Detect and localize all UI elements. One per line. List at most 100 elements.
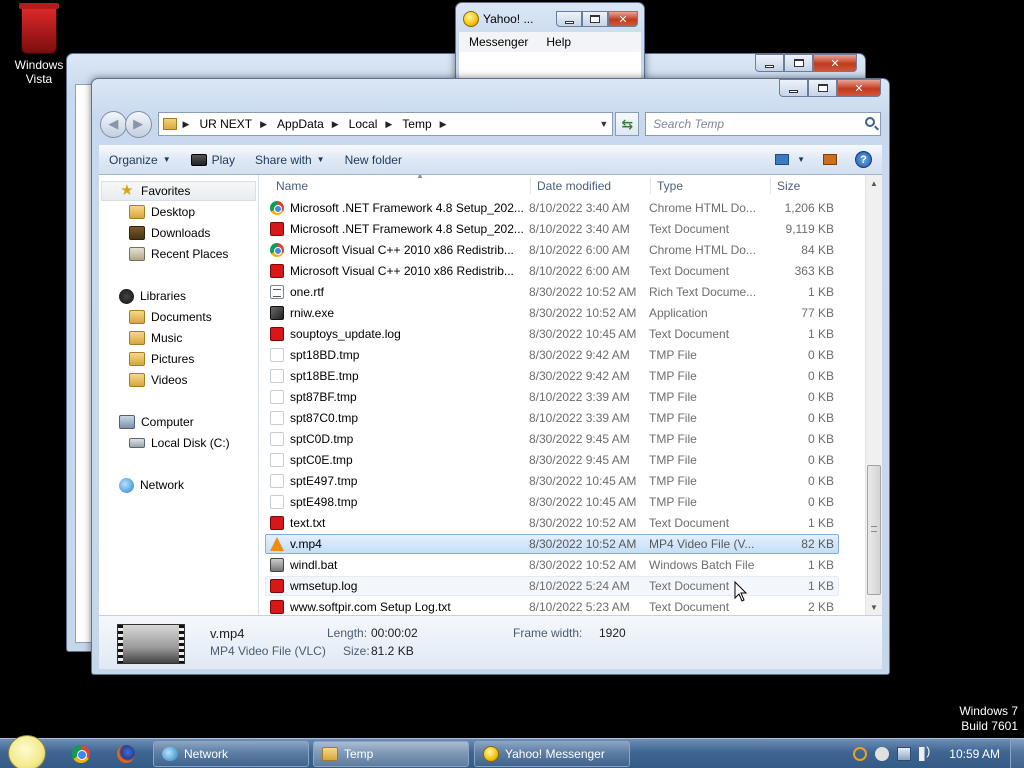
search-input[interactable]: Search Temp <box>645 112 881 136</box>
maximize-button[interactable] <box>784 54 813 72</box>
address-dropdown-icon[interactable]: ▼ <box>599 119 608 129</box>
breadcrumb-root-arrow[interactable]: ▶ <box>183 119 200 130</box>
vertical-scrollbar[interactable]: ▲ ▼ <box>865 175 882 615</box>
network-status-icon[interactable] <box>897 747 912 761</box>
minimize-button[interactable] <box>755 54 784 72</box>
file-row[interactable]: sptE498.tmp 8/30/2022 10:45 AM TMP File 0 K… <box>265 492 839 512</box>
volume-icon[interactable] <box>919 744 934 761</box>
taskbar-task-yahoo[interactable]: Yahoo! Messenger <box>474 741 630 767</box>
close-button[interactable]: ✕ <box>813 54 857 72</box>
minimize-icon <box>765 64 774 68</box>
maximize-button[interactable] <box>808 79 837 97</box>
minimize-button[interactable] <box>779 79 808 97</box>
forward-arrow-icon: ▶ <box>133 116 144 131</box>
address-bar[interactable]: ▶ UR NEXT ▶ AppData ▶ Local ▶ Temp ▶ ▼ <box>157 112 614 136</box>
file-row[interactable]: spt87C0.tmp 8/10/2022 3:39 AM TMP File 0 KB <box>265 408 839 428</box>
file-row[interactable]: Microsoft Visual C++ 2010 x86 Redistrib.… <box>265 261 839 281</box>
scroll-down-icon[interactable]: ▼ <box>866 599 882 615</box>
explorer-window[interactable]: ✕ ◀ ▶ ▶ UR NEXT ▶ AppData ▶ Local ▶ Temp ▶ ▼… <box>91 78 890 675</box>
batch-file-icon <box>270 558 284 572</box>
change-view-button[interactable]: ▼ <box>775 154 805 165</box>
preview-pane-icon[interactable] <box>823 154 837 165</box>
file-row[interactable]: spt18BE.tmp 8/30/2022 9:42 AM TMP File 0 KB <box>265 366 839 386</box>
minimize-button[interactable] <box>556 11 582 27</box>
file-row[interactable]: Microsoft .NET Framework 4.8 Setup_202..… <box>265 219 839 239</box>
nav-pictures[interactable]: Pictures <box>129 349 194 369</box>
recycle-bin-desktop-icon[interactable]: Windows Vista <box>8 3 70 86</box>
file-row[interactable]: www.softpir.com Setup Log.txt 8/10/2022 5… <box>265 597 839 615</box>
yahoo-menu-bar: Messenger Help <box>459 32 641 52</box>
help-icon[interactable]: ? <box>855 151 872 168</box>
file-row[interactable]: souptoys_update.log 8/30/2022 10:45 AM Tex… <box>265 324 839 344</box>
file-row[interactable]: spt18BD.tmp 8/30/2022 9:42 AM TMP File 0 KB <box>265 345 839 365</box>
file-row[interactable]: sptE497.tmp 8/30/2022 10:45 AM TMP File 0 K… <box>265 471 839 491</box>
nav-computer[interactable]: Computer <box>119 412 194 432</box>
file-row[interactable]: windl.bat 8/30/2022 10:52 AM Windows Batch… <box>265 555 839 575</box>
show-desktop-button[interactable] <box>1010 739 1024 768</box>
breadcrumb-ur-next[interactable]: UR NEXT ▶ <box>199 117 277 131</box>
menu-messenger[interactable]: Messenger <box>469 35 528 49</box>
file-row[interactable]: sptC0E.tmp 8/30/2022 9:45 AM TMP File 0 KB <box>265 450 839 470</box>
file-row[interactable]: spt87BF.tmp 8/10/2022 3:39 AM TMP File 0 KB <box>265 387 839 407</box>
column-header-date[interactable]: Date modified <box>537 175 651 197</box>
scrollbar-thumb[interactable] <box>867 465 881 595</box>
column-header-size[interactable]: Size <box>777 175 847 197</box>
file-row[interactable]: one.rtf 8/30/2022 10:52 AM Rich Text Docum… <box>265 282 839 302</box>
maximize-button[interactable] <box>582 11 608 27</box>
file-row[interactable]: sptC0D.tmp 8/30/2022 9:45 AM TMP File 0 KB <box>265 429 839 449</box>
file-row[interactable]: Microsoft Visual C++ 2010 x86 Redistrib.… <box>265 240 839 260</box>
nav-libraries[interactable]: Libraries <box>119 286 186 306</box>
column-header-type[interactable]: Type <box>657 175 771 197</box>
nav-desktop[interactable]: Desktop <box>129 202 195 222</box>
share-with-button[interactable]: Share with ▼ <box>245 145 335 175</box>
taskbar-task-network[interactable]: Network <box>153 741 309 767</box>
file-type: TMP File <box>649 348 697 362</box>
forward-button[interactable]: ▶ <box>124 110 152 138</box>
breadcrumb-temp[interactable]: Temp ▶ <box>402 117 456 131</box>
disk-drive-icon <box>129 438 145 448</box>
nav-favorites[interactable]: ★ Favorites <box>101 181 256 201</box>
nav-music[interactable]: Music <box>129 328 182 348</box>
organize-button[interactable]: Organize ▼ <box>99 145 181 175</box>
close-button[interactable]: ✕ <box>608 11 638 27</box>
chevron-down-icon: ▼ <box>316 155 325 164</box>
new-folder-button[interactable]: New folder <box>335 145 412 175</box>
file-row[interactable]: rniw.exe 8/30/2022 10:52 AM Application 77 … <box>265 303 839 323</box>
taskbar-pin-firefox[interactable] <box>113 743 139 765</box>
nav-videos[interactable]: Videos <box>129 370 187 390</box>
file-date: 8/30/2022 9:42 AM <box>529 348 630 362</box>
nav-local-disk[interactable]: Local Disk (C:) <box>129 433 230 453</box>
nav-network[interactable]: Network <box>119 475 184 495</box>
scroll-up-icon[interactable]: ▲ <box>866 175 882 191</box>
nav-downloads[interactable]: Downloads <box>129 223 210 243</box>
file-date: 8/10/2022 6:00 AM <box>529 243 630 257</box>
text-document-icon <box>270 222 284 236</box>
taskbar-task-temp[interactable]: Temp <box>313 741 469 767</box>
view-icon <box>775 154 790 165</box>
file-row[interactable]: v.mp4 8/30/2022 10:52 AM MP4 Video File (V… <box>265 534 839 554</box>
column-header-name[interactable]: ▲ Name <box>276 175 531 197</box>
tray-search-icon[interactable] <box>853 747 868 761</box>
close-button[interactable]: ✕ <box>837 79 881 97</box>
play-button[interactable]: Play <box>181 145 245 175</box>
chevron-right-icon: ▶ <box>260 118 268 129</box>
breadcrumb-appdata[interactable]: AppData ▶ <box>277 117 349 131</box>
file-row[interactable]: wmsetup.log 8/10/2022 5:24 AM Text Documen… <box>265 576 839 596</box>
clock[interactable]: 10:59 AM <box>949 747 1000 761</box>
nav-recent-places[interactable]: Recent Places <box>129 244 228 264</box>
taskbar-pin-chrome[interactable] <box>68 743 94 765</box>
nav-documents[interactable]: Documents <box>129 307 212 327</box>
tray-app-icon[interactable] <box>875 747 890 761</box>
file-name: Microsoft .NET Framework 4.8 Setup_202..… <box>290 222 524 236</box>
breadcrumb-local[interactable]: Local ▶ <box>349 117 403 131</box>
yahoo-messenger-window[interactable]: Yahoo! ... ✕ Messenger Help <box>455 2 645 82</box>
file-row[interactable]: Microsoft .NET Framework 4.8 Setup_202..… <box>265 198 839 218</box>
file-row[interactable]: text.txt 8/30/2022 10:52 AM Text Document 1… <box>265 513 839 533</box>
file-type: Text Document <box>649 327 730 341</box>
back-button[interactable]: ◀ <box>100 110 127 138</box>
search-placeholder: Search Temp <box>653 117 725 131</box>
file-type: TMP File <box>649 432 697 446</box>
menu-help[interactable]: Help <box>546 35 571 49</box>
refresh-button[interactable]: ⇆ <box>615 112 640 136</box>
start-button[interactable] <box>8 735 46 768</box>
